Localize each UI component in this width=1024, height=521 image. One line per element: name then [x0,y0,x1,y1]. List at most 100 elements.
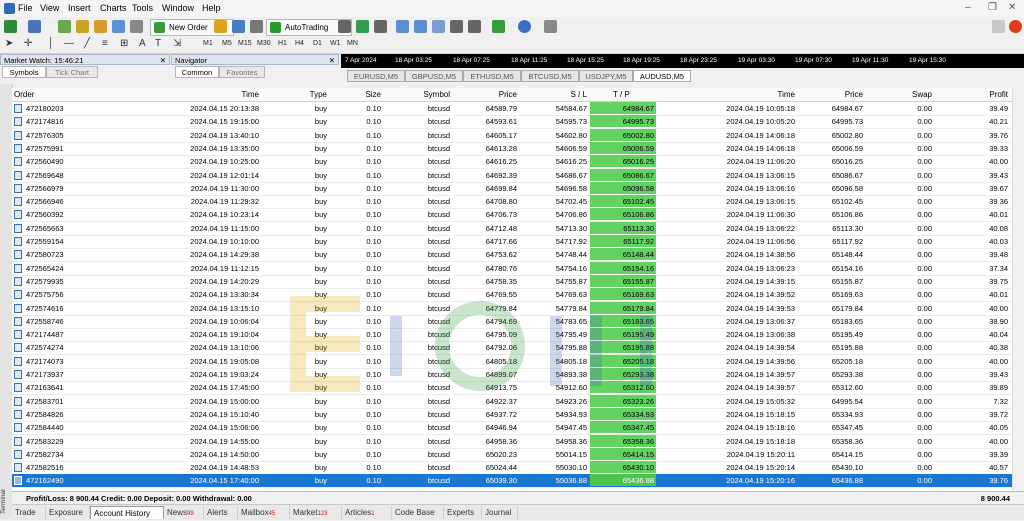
table-row[interactable]: 472565663 2024.04.19 11:15:00 buy 0.10 btcus… [12,221,1012,236]
col-sl[interactable]: S / L [571,90,587,99]
tab-code-base[interactable]: Code Base [392,506,444,519]
channel-icon[interactable]: ≡ [102,38,108,49]
tab-tick-chart[interactable]: Tick Chart [46,66,98,78]
trendline-icon[interactable]: ╱ [84,38,90,49]
cursor-icon[interactable]: ➤ [5,38,13,49]
timeframe-d1[interactable]: D1 [313,40,322,47]
table-row[interactable]: 472575991 2024.04.19 13:35:00 buy 0.10 btcus… [12,141,1012,156]
menu-insert[interactable]: Insert [68,3,91,13]
table-row[interactable]: 472574274 2024.04.19 13:10:06 buy 0.10 btcus… [12,341,1012,356]
col-order[interactable]: Order [14,90,34,99]
zoom-in-icon[interactable] [396,20,409,33]
signals-icon[interactable] [250,20,263,33]
table-row[interactable]: 472575756 2024.04.19 13:30:34 buy 0.10 btcus… [12,288,1012,303]
col-swap[interactable]: Swap [912,90,932,99]
timeframe-m1[interactable]: M1 [203,40,213,47]
col-type[interactable]: Type [310,90,327,99]
table-row[interactable]: 472582516 2024.04.19 14:48:53 buy 0.10 btcus… [12,461,1012,476]
table-row[interactable]: 472558746 2024.04.19 10:06:04 buy 0.10 btcus… [12,314,1012,329]
timeframe-m30[interactable]: M30 [257,40,271,47]
table-row[interactable]: 472560392 2024.04.19 10:23:14 buy 0.10 btcus… [12,208,1012,223]
tab-favorites[interactable]: Favorites [219,66,265,78]
autoscroll-icon[interactable] [468,20,481,33]
table-scrollbar[interactable] [1012,88,1024,491]
tab-trade[interactable]: Trade [12,506,46,519]
menu-tools[interactable]: Tools [132,3,153,13]
tab-mailbox[interactable]: Mailbox45 [238,506,290,519]
timeframe-w1[interactable]: W1 [330,40,341,47]
tile-windows-icon[interactable] [432,20,445,33]
timeframe-h1[interactable]: H1 [278,40,287,47]
col-tp[interactable]: T / P [613,90,630,99]
timeframe-h4[interactable]: H4 [295,40,304,47]
horizontal-line-icon[interactable]: — [64,38,74,49]
table-row[interactable]: 472574616 2024.04.19 13:15:10 buy 0.10 btcus… [12,301,1012,316]
col-price[interactable]: Price [499,90,517,99]
table-row[interactable]: 472174073 2024.04.15 19:05:08 buy 0.10 btcus… [12,354,1012,369]
line-chart-icon[interactable] [374,20,387,33]
tab-symbols[interactable]: Symbols [2,66,46,78]
close-icon[interactable]: ✕ [160,55,166,66]
table-row[interactable]: 472583701 2024.04.19 15:00:00 buy 0.10 btcus… [12,394,1012,409]
table-row[interactable]: 472180203 2024.04.15 20:13:38 buy 0.10 btcus… [12,102,1012,116]
table-row[interactable]: 472584826 2024.04.19 15:10:40 buy 0.10 btcus… [12,407,1012,422]
table-row[interactable]: 472560490 2024.04.19 10:25:00 buy 0.10 btcus… [12,155,1012,170]
minimize-icon[interactable]: – [965,2,971,13]
table-row[interactable]: 472162490 2024.04.15 17:40:00 buy 0.10 btcus… [12,474,1012,489]
chart-shift-icon[interactable] [450,20,463,33]
market-watch-icon[interactable] [58,20,71,33]
tab-usdjpy[interactable]: USDJPY,M5 [579,70,633,82]
table-row[interactable]: 472566946 2024.04.19 11:29:32 buy 0.10 btcus… [12,195,1012,210]
close-icon[interactable]: ✕ [329,55,335,66]
menu-charts[interactable]: Charts [100,3,127,13]
restore-icon[interactable]: ❐ [988,2,997,13]
table-row[interactable]: 472569648 2024.04.19 12:01:14 buy 0.10 btcus… [12,168,1012,183]
tab-gbpusd[interactable]: GBPUSD,M5 [405,70,463,82]
table-row[interactable]: 472584440 2024.04.19 15:06:06 buy 0.10 btcus… [12,421,1012,436]
col-size[interactable]: Size [365,90,381,99]
table-row[interactable]: 472174487 2024.04.15 19:10:04 buy 0.10 btcus… [12,328,1012,343]
text-icon[interactable]: A [139,38,146,49]
menu-file[interactable]: File [18,3,33,13]
tab-account-history[interactable]: Account History [90,506,164,519]
table-row[interactable]: 472174816 2024.04.15 19:15:00 buy 0.10 btcus… [12,115,1012,130]
periods-icon[interactable] [518,20,531,33]
strategy-tester-icon[interactable] [130,20,143,33]
table-row[interactable]: 472580723 2024.04.19 14:29:38 buy 0.10 btcus… [12,248,1012,263]
menu-window[interactable]: Window [162,3,194,13]
col-time[interactable]: Time [242,90,259,99]
table-row[interactable]: 472565424 2024.04.19 11:12:15 buy 0.10 btcus… [12,261,1012,276]
tab-experts[interactable]: Experts [444,506,482,519]
menu-view[interactable]: View [40,3,59,13]
vertical-line-icon[interactable]: │ [48,38,54,49]
candlesticks-icon[interactable] [356,20,369,33]
col-close-price[interactable]: Price [845,90,863,99]
terminal-icon[interactable] [112,20,125,33]
table-row[interactable]: 472583229 2024.04.19 14:55:00 buy 0.10 btcus… [12,434,1012,449]
new-chart-icon[interactable] [4,20,17,33]
tab-articles[interactable]: Articles1 [342,506,392,519]
menu-help[interactable]: Help [202,3,221,13]
data-window-icon[interactable] [76,20,89,33]
col-close-time[interactable]: Time [778,90,795,99]
crosshair-icon[interactable]: ✛ [24,38,32,49]
table-row[interactable]: 472559154 2024.04.19 10:10:00 buy 0.10 btcus… [12,235,1012,249]
bar-chart-icon[interactable] [338,20,351,33]
tab-eurusd[interactable]: EURUSD,M5 [347,70,405,82]
tab-common[interactable]: Common [175,66,219,78]
tab-alerts[interactable]: Alerts [204,506,238,519]
vps-icon[interactable] [232,20,245,33]
timeframe-m15[interactable]: M15 [238,40,252,47]
timeframe-mn[interactable]: MN [347,40,358,47]
table-row[interactable]: 472579935 2024.04.19 14:20:29 buy 0.10 btcus… [12,274,1012,289]
table-row[interactable]: 472163641 2024.04.15 17:45:00 buy 0.10 btcus… [12,381,1012,396]
tab-ethusd[interactable]: ETHUSD,M5 [463,70,521,82]
table-row[interactable]: 472566979 2024.04.19 11:30:00 buy 0.10 btcus… [12,181,1012,196]
profiles-icon[interactable] [28,20,41,33]
tab-news[interactable]: News99 [164,506,204,519]
navigator-icon[interactable] [94,20,107,33]
timeframe-m5[interactable]: M5 [222,40,232,47]
fibonacci-icon[interactable]: ⊞ [120,38,128,49]
text-label-icon[interactable]: T [155,38,161,49]
metaeditor-icon[interactable] [214,20,227,33]
